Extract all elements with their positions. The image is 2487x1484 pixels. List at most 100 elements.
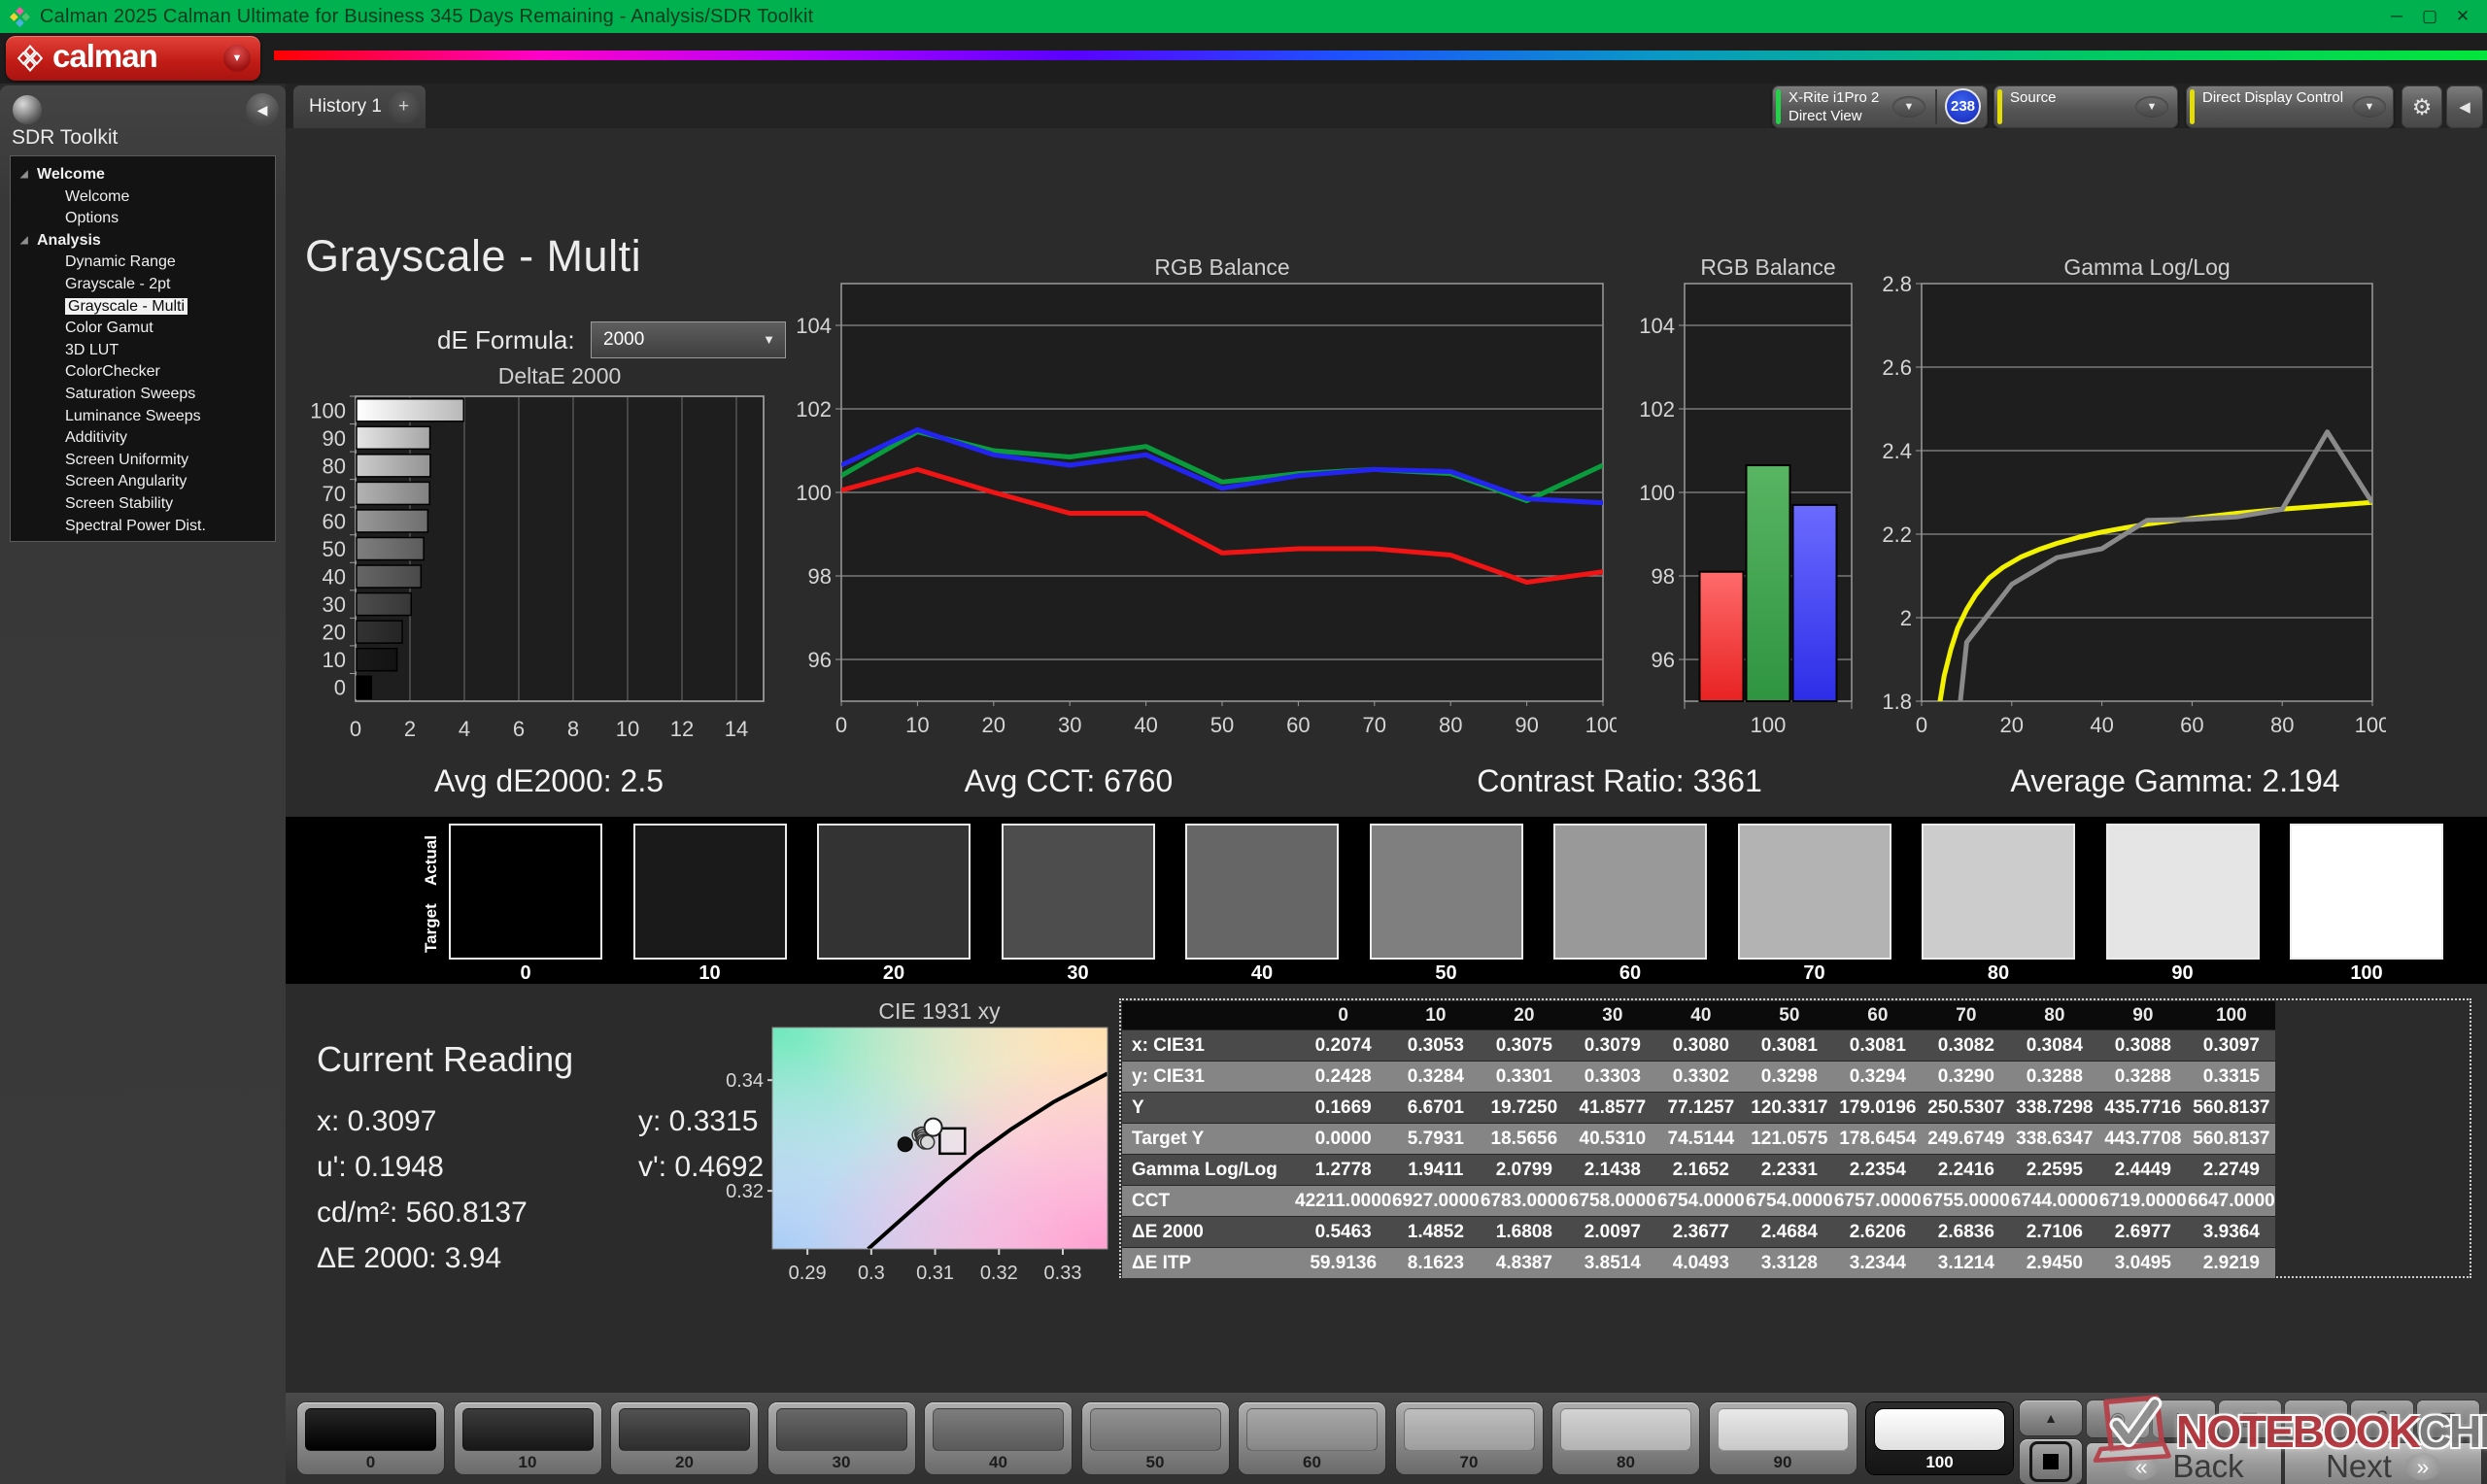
table-cell: 6927.0000 (1391, 1185, 1481, 1217)
pattern-label: 80 (1617, 1453, 1635, 1471)
table-cell: 2.6206 (1833, 1216, 1923, 1248)
sidebar-item-saturation-sweeps[interactable]: Saturation Sweeps (11, 384, 275, 406)
sidebar-item-screen-stability[interactable]: Screen Stability (11, 493, 275, 516)
sidebar-item-label: Screen Uniformity (65, 451, 189, 468)
settings-button[interactable]: ⚙ (2402, 85, 2442, 128)
pattern-swatch (1403, 1408, 1535, 1451)
table-col-header: 0 (1295, 1001, 1392, 1030)
sidebar-item-spectral-power-dist-[interactable]: Spectral Power Dist. (11, 516, 275, 538)
svg-text:2: 2 (404, 717, 416, 741)
panel-collapse-button[interactable]: ◀ (2446, 85, 2483, 128)
svg-text:100: 100 (1639, 481, 1675, 505)
table-cell: 2.9450 (2010, 1247, 2099, 1278)
pattern-button-0[interactable]: 0 (297, 1402, 444, 1474)
sidebar-item-colorchecker[interactable]: ColorChecker (11, 361, 275, 384)
meter-dropdown[interactable]: X-Rite i1Pro 2 Direct View ▼ 238 (1772, 85, 1988, 128)
reading-u-prime: u': 0.1948 (317, 1151, 444, 1183)
display-control-dropdown[interactable]: Direct Display Control ▼ (2186, 85, 2394, 128)
sidebar-item-welcome[interactable]: Welcome (11, 186, 275, 209)
table-cell: 0.3082 (1922, 1029, 2011, 1062)
pattern-label: 40 (989, 1453, 1007, 1471)
chevron-down-icon[interactable]: ▼ (2353, 96, 2386, 118)
sidebar-collapse-button[interactable]: ◀ (246, 93, 279, 126)
pattern-button-70[interactable]: 70 (1395, 1402, 1543, 1474)
sidebar-item-welcome[interactable]: ◢ Welcome (11, 164, 275, 186)
svg-text:102: 102 (1639, 397, 1675, 422)
current-reading-panel: Current Reading x: 0.3097 y: 0.3315 u': … (317, 1039, 764, 1288)
expander-icon[interactable]: ◢ (20, 164, 28, 186)
table-row-label: ΔE 2000 (1122, 1216, 1295, 1248)
sidebar-item-grayscale-2pt[interactable]: Grayscale - 2pt (11, 274, 275, 296)
sidebar-item-luminance-sweeps[interactable]: Luminance Sweeps (11, 406, 275, 428)
pattern-button-80[interactable]: 80 (1552, 1402, 1699, 1474)
table-row: y: CIE31 0.2428 0.3284 0.3301 0.3303 0.3302 0.… (1122, 1061, 2276, 1093)
pattern-label: 10 (518, 1453, 537, 1471)
pattern-up-button[interactable]: ▲ (2020, 1400, 2082, 1435)
notebookcheck-logo-icon (2093, 1395, 2171, 1463)
add-tab-button[interactable]: + (388, 90, 420, 123)
svg-text:2.8: 2.8 (1882, 276, 1912, 296)
current-reading-title: Current Reading (317, 1039, 574, 1079)
maximize-icon[interactable]: ▢ (2413, 0, 2446, 33)
svg-text:98: 98 (808, 564, 832, 589)
sidebar-item-3d-lut[interactable]: 3D LUT (11, 340, 275, 362)
table-cell: 19.7250 (1480, 1092, 1569, 1124)
svg-text:98: 98 (1652, 564, 1675, 589)
source-dropdown[interactable]: Source ▼ (1993, 85, 2178, 128)
pattern-button-50[interactable]: 50 (1081, 1402, 1229, 1474)
sidebar-item-additivity[interactable]: Additivity (11, 427, 275, 450)
sidebar-item-label: Luminance Sweeps (65, 407, 201, 424)
de-formula-select[interactable]: 2000 ▼ (591, 321, 786, 358)
tab-history-1[interactable]: History 1 + (293, 85, 426, 128)
svg-text:40: 40 (323, 565, 346, 590)
pattern-label: 30 (832, 1453, 851, 1471)
calman-menu-arrow-icon[interactable]: ▼ (223, 45, 251, 72)
table-cell: 4.0493 (1656, 1247, 1746, 1278)
pattern-button-100[interactable]: 100 (1866, 1402, 2013, 1474)
sidebar-item-screen-angularity[interactable]: Screen Angularity (11, 471, 275, 493)
pattern-button-40[interactable]: 40 (925, 1402, 1072, 1474)
sidebar-item-dynamic-range[interactable]: Dynamic Range (11, 252, 275, 274)
chevron-down-icon[interactable]: ▼ (2135, 96, 2168, 118)
pattern-button-20[interactable]: 20 (611, 1402, 758, 1474)
pattern-swatch (305, 1408, 436, 1451)
calman-app-window: Calman 2025 Calman Ultimate for Business… (0, 0, 2487, 1484)
pattern-button-30[interactable]: 30 (767, 1402, 915, 1474)
svg-text:100: 100 (1585, 713, 1617, 736)
sidebar-item-analysis[interactable]: ◢ Analysis (11, 230, 275, 253)
window-title: Calman 2025 Calman Ultimate for Business… (40, 5, 814, 27)
chevron-down-icon[interactable]: ▼ (1892, 96, 1925, 118)
table-cell: 3.0495 (2098, 1247, 2188, 1278)
watermark-check: CHECK (2418, 1406, 2487, 1457)
grayscale-swatch-strip: Actual Target 0 10 20 30 40 50 60 70 80 90 100 (286, 817, 2487, 984)
table-cell: 2.6836 (1922, 1216, 2011, 1248)
minimize-icon[interactable]: ─ (2380, 0, 2413, 33)
pattern-button-90[interactable]: 90 (1709, 1402, 1857, 1474)
table-cell: 0.3288 (2010, 1061, 2099, 1093)
calman-menu-button[interactable]: calman ▼ (6, 36, 260, 81)
sidebar-item-label: Saturation Sweeps (65, 385, 196, 402)
table-cell: 3.3128 (1745, 1247, 1834, 1278)
sidebar-item-options[interactable]: Options (11, 208, 275, 230)
pattern-button-60[interactable]: 60 (1239, 1402, 1385, 1474)
swatch-label: 40 (1250, 962, 1274, 984)
pattern-window-button[interactable] (2020, 1439, 2082, 1484)
table-cell: 6757.0000 (1833, 1185, 1923, 1217)
sidebar-item-grayscale-multi[interactable]: Grayscale - Multi (11, 296, 275, 319)
table-cell: 42211.0000 (1295, 1185, 1392, 1217)
svg-text:80: 80 (2270, 713, 2294, 736)
pattern-button-10[interactable]: 10 (454, 1402, 601, 1474)
status-sphere-icon[interactable] (13, 95, 42, 124)
pattern-window-icon (2029, 1441, 2072, 1482)
app-logo-icon (10, 6, 30, 27)
table-cell: 3.1214 (1922, 1247, 2011, 1278)
svg-text:4: 4 (459, 717, 470, 741)
stat-average-gamma: Average Gamma: 2.194 (2010, 763, 2340, 798)
table-cell: 2.2416 (1922, 1154, 2011, 1186)
sidebar-item-color-gamut[interactable]: Color Gamut (11, 318, 275, 340)
gear-icon: ⚙ (2411, 93, 2433, 119)
close-icon[interactable]: ✕ (2446, 0, 2479, 33)
sidebar-item-screen-uniformity[interactable]: Screen Uniformity (11, 450, 275, 472)
table-cell: 2.7106 (2010, 1216, 2099, 1248)
expander-icon[interactable]: ◢ (20, 230, 28, 253)
